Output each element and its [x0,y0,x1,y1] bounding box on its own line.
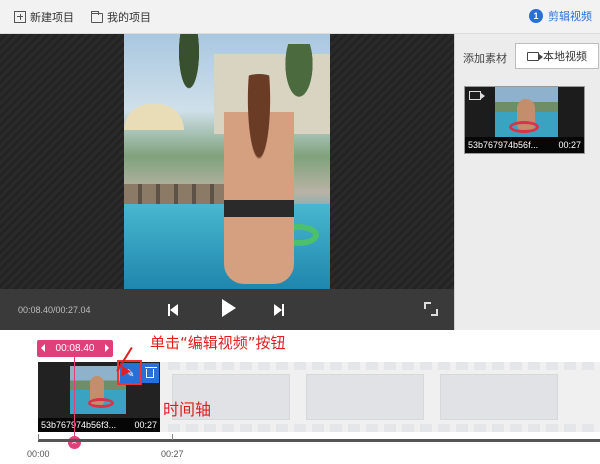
arrow-left-icon[interactable] [41,344,45,352]
trash-icon [145,366,157,378]
film-sprocket [168,362,600,370]
my-projects-label: 我的项目 [107,12,151,24]
player-timecode: 00:08.40/00:27.04 [18,305,91,315]
ruler-label-start: 00:00 [27,449,50,459]
timeline: 53b767974b56f3... 00:27 ✎ 00:08.40 ✂ 00:… [0,330,600,464]
my-projects-button[interactable]: 我的项目 [91,9,151,25]
new-project-button[interactable]: 新建项目 [14,9,74,25]
video-camera-icon [527,51,543,61]
video-editor-app: 新建项目 我的项目 1 剪辑视频 00:08.40/00:27.04 添加素材 … [0,0,600,464]
video-frame[interactable] [124,34,330,289]
local-video-button[interactable]: 本地视频 [515,43,599,69]
scissors-icon[interactable]: ✂ [68,436,81,449]
plus-icon [14,11,26,23]
clip-thumb-float [88,398,114,408]
player-controls: 00:08.40/00:27.04 [0,289,454,330]
asset-filename: 53b767974b56f... [468,140,539,150]
empty-slot [306,374,424,420]
playhead-time: 00:08.40 [55,343,95,354]
previous-frame-icon[interactable] [166,301,182,319]
asset-caption: 53b767974b56f... 00:27 [465,137,584,153]
ruler-tick [172,434,173,440]
video-camera-icon [469,91,485,100]
new-project-label: 新建项目 [30,12,74,24]
video-player: 00:08.40/00:27.04 [0,34,454,330]
fullscreen-icon[interactable] [424,302,438,316]
subject-figure [224,74,294,284]
step-indicator: 1 剪辑视频 [529,8,592,24]
add-material-label: 添加素材 [463,53,507,65]
play-icon[interactable] [220,299,236,317]
asset-thumb-float [509,121,539,133]
top-toolbar: 新建项目 我的项目 1 剪辑视频 [0,0,600,34]
film-sprocket [168,424,600,432]
time-ruler [38,439,600,442]
clip-duration: 00:27 [134,420,157,430]
asset-duration: 00:27 [558,140,581,150]
local-video-label: 本地视频 [543,51,587,63]
assets-panel: 添加素材 本地视频 53b767974b56f... 00:27 [454,34,600,330]
playhead-time-badge[interactable]: 00:08.40 [37,340,113,357]
step-number: 1 [529,9,543,23]
step-label: 剪辑视频 [548,11,592,23]
folder-icon [91,11,103,23]
clip-filename: 53b767974b56f3... [41,420,117,430]
clip-caption: 53b767974b56f3... 00:27 [38,418,160,432]
empty-slot [440,374,558,420]
ruler-tick [38,434,39,440]
next-frame-icon[interactable] [272,301,288,319]
annotation-click-edit: 单击“编辑视频”按钮 [150,334,286,352]
asset-thumbnail[interactable]: 53b767974b56f... 00:27 [464,86,585,154]
playhead-line [74,357,75,441]
ruler-label-end: 00:27 [161,449,184,459]
annotation-timeline: 时间轴 [163,400,212,419]
delete-clip-button[interactable] [141,363,159,383]
arrow-right-icon[interactable] [105,344,109,352]
